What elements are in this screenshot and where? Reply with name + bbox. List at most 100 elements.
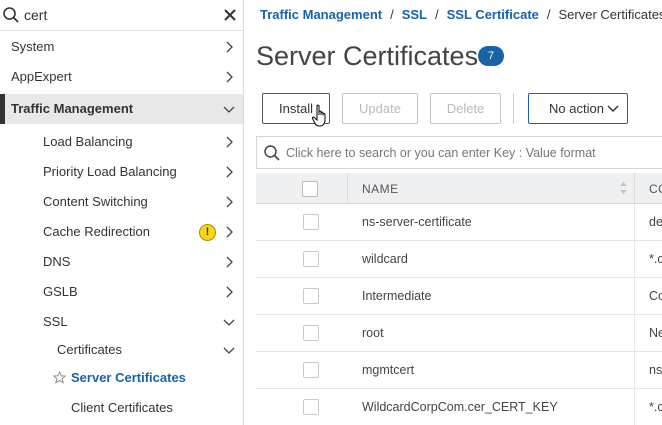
row-name: ns-server-certificate [362,215,472,229]
sidebar-item-label: GSLB [43,284,78,299]
column-header-name[interactable]: NAME [362,182,399,196]
sidebar-item-label: AppExpert [11,69,72,84]
row-checkbox[interactable] [303,399,319,415]
sidebar-item-client-certificates[interactable]: Client Certificates [0,393,243,423]
row-name: WildcardCorpCom.cer_CERT_KEY [362,400,558,414]
count-badge: 7 [478,46,504,66]
star-icon[interactable] [53,371,66,384]
sidebar-item-server-certificates[interactable]: Server Certificates [0,363,243,393]
chevron-right-icon [226,71,233,83]
nav-search-input[interactable]: cert [24,7,47,23]
toolbar-divider [513,93,514,124]
row-second-col: Co [649,289,662,303]
select-all-checkbox[interactable] [302,181,318,197]
active-indicator [0,94,5,124]
breadcrumb: Traffic Management / SSL / SSL Certificate / S… [260,7,662,22]
page-title: Server Certificates [256,41,479,71]
row-checkbox[interactable] [303,251,319,267]
nav-search-box[interactable]: cert [0,0,243,31]
chevron-right-icon [226,196,233,208]
column-divider [634,173,635,204]
chevron-right-icon [226,136,233,148]
table-row[interactable]: ns-server-certificate de [256,204,662,241]
sidebar-item-content-switching[interactable]: Content Switching [0,187,243,217]
table-row[interactable]: WildcardCorpCom.cer_CERT_KEY *.c [256,389,662,425]
chevron-down-icon [223,347,235,354]
row-second-col: Ne [649,326,662,340]
table-row[interactable]: root Ne [256,315,662,352]
sidebar-item-label: SSL [43,314,68,329]
sidebar-item-appexpert[interactable]: AppExpert [0,62,243,92]
sidebar-item-priority-load-balancing[interactable]: Priority Load Balancing [0,157,243,187]
sidebar-item-certificates[interactable]: Certificates [0,335,243,365]
table-search-box[interactable]: Click here to search or you can enter Ke… [256,136,662,169]
column-divider [634,278,635,315]
chevron-right-icon [226,226,233,238]
column-divider [634,204,635,241]
breadcrumb-link-ssl[interactable]: SSL [402,7,427,22]
column-divider [634,389,635,425]
sidebar-item-cache-redirection[interactable]: Cache Redirection ! [0,217,243,247]
table-row[interactable]: Intermediate Co [256,278,662,315]
column-header-second[interactable]: CO [649,182,662,196]
breadcrumb-link-ssl-certificate[interactable]: SSL Certificate [447,7,539,22]
chevron-down-icon [223,319,235,326]
chevron-right-icon [226,41,233,53]
chevron-down-icon [223,106,235,113]
sidebar-item-ssl[interactable]: SSL [0,307,243,337]
close-icon[interactable] [222,7,238,23]
table-header: NAME CO [256,173,662,204]
action-dropdown[interactable]: No action [528,93,628,124]
breadcrumb-current: Server Certificates [558,7,662,22]
row-second-col: de [649,215,662,229]
sidebar-item-label: Load Balancing [43,134,133,149]
sidebar-item-label: Cache Redirection [43,224,150,239]
sort-icon[interactable] [619,181,628,195]
breadcrumb-link-traffic-management[interactable]: Traffic Management [260,7,382,22]
chevron-right-icon [226,286,233,298]
sidebar-item-system[interactable]: System [0,32,243,62]
sidebar-item-label: Client Certificates [71,400,173,415]
breadcrumb-separator: / [390,7,394,22]
sidebar-item-load-balancing[interactable]: Load Balancing [0,127,243,157]
main-content: Traffic Management / SSL / SSL Certificate / S… [245,0,662,425]
row-checkbox[interactable] [303,214,319,230]
warning-icon: ! [199,224,216,241]
search-icon [3,7,19,23]
row-name: root [362,326,384,340]
sidebar-item-label: Traffic Management [11,101,134,116]
sidebar-item-label: System [11,39,55,54]
table-row[interactable]: wildcard *.c [256,241,662,278]
search-icon [264,145,280,161]
sidebar-item-gslb[interactable]: GSLB [0,277,243,307]
row-second-col: ns [649,363,662,377]
hand-cursor-icon [311,104,326,127]
table-search-input[interactable]: Click here to search or you can enter Ke… [286,146,596,160]
chevron-down-icon [607,105,619,112]
row-checkbox[interactable] [303,325,319,341]
sidebar-nav: cert System AppExpert Traffic Management… [0,0,244,425]
row-name: wildcard [362,252,408,266]
row-checkbox[interactable] [303,362,319,378]
chevron-right-icon [226,256,233,268]
row-second-col: *.c [649,400,662,414]
sidebar-item-dns[interactable]: DNS [0,247,243,277]
column-divider [634,352,635,389]
breadcrumb-separator: / [435,7,439,22]
row-name: Intermediate [362,289,432,303]
breadcrumb-separator: / [546,7,551,22]
column-divider [347,173,348,204]
chevron-right-icon [226,166,233,178]
table-row[interactable]: mgmtcert ns [256,352,662,389]
sidebar-item-label: Content Switching [43,194,148,209]
column-divider [634,315,635,352]
action-dropdown-label: No action [549,101,604,116]
sidebar-item-label: Certificates [57,342,123,357]
column-divider [634,241,635,278]
update-button[interactable]: Update [342,93,418,124]
sidebar-item-label: DNS [43,254,71,269]
delete-button[interactable]: Delete [430,93,501,124]
row-name: mgmtcert [362,363,415,377]
row-checkbox[interactable] [303,288,319,304]
sidebar-item-traffic-management[interactable]: Traffic Management [0,94,243,124]
